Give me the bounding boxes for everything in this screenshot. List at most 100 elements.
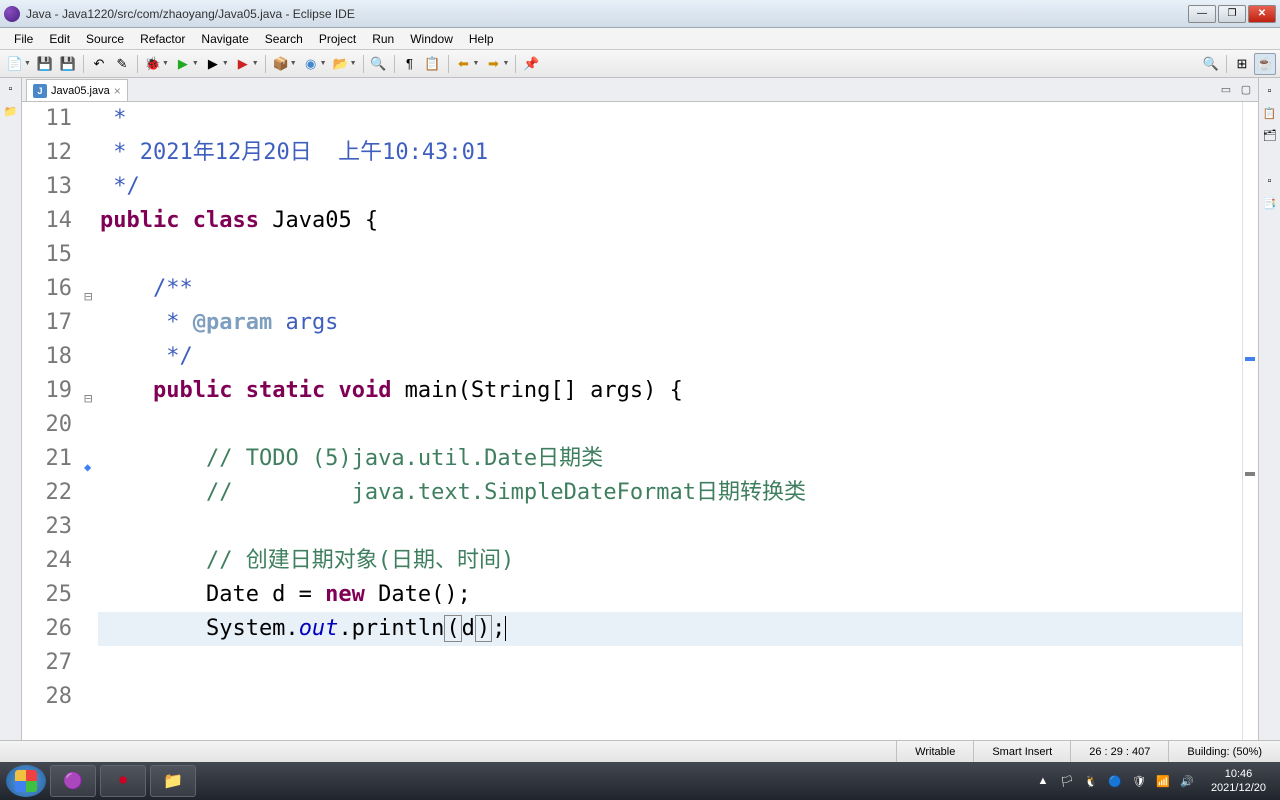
save-button[interactable]: 💾 [34,53,56,75]
code-text[interactable]: // 创建日期对象(日期、时间) [98,544,1242,578]
fold-gutter[interactable] [82,612,98,646]
code-text[interactable] [98,646,1242,680]
package-explorer-icon[interactable]: 📁 [2,102,20,120]
start-button[interactable] [6,765,46,797]
dropdown-arrow-icon[interactable]: ▼ [252,60,259,67]
code-text[interactable]: * 2021年12月20日 上午10:43:01 [98,136,1242,170]
code-line[interactable]: 18 */ [22,340,1242,374]
minimize-button[interactable]: — [1188,5,1216,23]
code-line[interactable]: 24 // 创建日期对象(日期、时间) [22,544,1242,578]
dropdown-arrow-icon[interactable]: ▼ [192,60,199,67]
undo-button[interactable]: ↶ [88,53,110,75]
tray-up-icon[interactable]: ▲ [1035,773,1051,789]
fold-gutter[interactable] [82,102,98,136]
pin-editor-button[interactable]: 📌 [520,53,542,75]
menu-project[interactable]: Project [311,30,364,48]
format-button[interactable]: 📋 [422,53,444,75]
java-perspective-button[interactable]: ☕ [1254,53,1276,75]
new-button[interactable]: 📄 [4,53,26,75]
dropdown-arrow-icon[interactable]: ▼ [350,60,357,67]
code-line[interactable]: 25 Date d = new Date(); [22,578,1242,612]
menu-source[interactable]: Source [78,30,132,48]
fold-gutter[interactable] [82,476,98,510]
code-line[interactable]: 11 * [22,102,1242,136]
tab-close-button[interactable]: × [114,84,121,98]
menu-search[interactable]: Search [257,30,311,48]
taskbar-record[interactable]: ⏺ [100,765,146,797]
code-text[interactable]: // java.text.SimpleDateFormat日期转换类 [98,476,1242,510]
code-line[interactable]: 26 System.out.println(d); [22,612,1242,646]
tray-app2-icon[interactable]: 🔵 [1107,773,1123,789]
code-text[interactable] [98,510,1242,544]
code-text[interactable] [98,680,1242,714]
dropdown-arrow-icon[interactable]: ▼ [320,60,327,67]
menu-edit[interactable]: Edit [41,30,78,48]
fold-gutter[interactable]: ◆ [82,442,98,476]
code-text[interactable]: */ [98,170,1242,204]
code-editor[interactable]: 11 *12 * 2021年12月20日 上午10:43:0113 */14pu… [22,102,1258,740]
fold-gutter[interactable]: ⊟ [82,272,98,306]
open-perspective-button[interactable]: ⊞ [1231,53,1253,75]
debug-button[interactable]: 🐞 [142,53,164,75]
redo-button[interactable]: ✎ [111,53,133,75]
maximize-editor-button[interactable]: ▢ [1238,81,1254,97]
menu-refactor[interactable]: Refactor [132,30,193,48]
outline-icon[interactable]: 🗂 [1261,126,1279,144]
code-line[interactable]: 17 * @param args [22,306,1242,340]
restore-right2-button[interactable]: ▫ [1261,172,1279,190]
fold-gutter[interactable] [82,306,98,340]
tray-volume-icon[interactable]: 🔊 [1179,773,1195,789]
code-line[interactable]: 15 [22,238,1242,272]
overview-ruler[interactable] [1242,102,1258,740]
code-line[interactable]: 21◆ // TODO (5)java.util.Date日期类 [22,442,1242,476]
code-line[interactable]: 28 [22,680,1242,714]
code-text[interactable] [98,408,1242,442]
restore-view-button[interactable]: ▫ [2,80,20,98]
dropdown-arrow-icon[interactable]: ▼ [473,60,480,67]
coverage-button[interactable]: ▶ [202,53,224,75]
fold-gutter[interactable] [82,646,98,680]
code-text[interactable]: /** [98,272,1242,306]
minimize-editor-button[interactable]: ▭ [1218,81,1234,97]
code-line[interactable]: 12 * 2021年12月20日 上午10:43:01 [22,136,1242,170]
fold-gutter[interactable] [82,204,98,238]
code-line[interactable]: 14public class Java05 { [22,204,1242,238]
menu-navigate[interactable]: Navigate [193,30,256,48]
code-line[interactable]: 16⊟ /** [22,272,1242,306]
save-all-button[interactable]: 💾 [57,53,79,75]
tray-network-icon[interactable]: 📶 [1155,773,1171,789]
todo-marker[interactable] [1245,357,1255,361]
menu-run[interactable]: Run [364,30,402,48]
task-list-icon[interactable]: 📋 [1261,104,1279,122]
fold-gutter[interactable] [82,544,98,578]
code-text[interactable]: * @param args [98,306,1242,340]
fold-gutter[interactable] [82,238,98,272]
dropdown-arrow-icon[interactable]: ▼ [290,60,297,67]
back-button[interactable]: ⬅ [453,53,475,75]
close-button[interactable]: ✕ [1248,5,1276,23]
menu-window[interactable]: Window [402,30,461,48]
new-class-button[interactable]: ◉ [300,53,322,75]
fold-gutter[interactable] [82,170,98,204]
fold-gutter[interactable] [82,408,98,442]
forward-button[interactable]: ➡ [482,53,504,75]
tray-shield-icon[interactable]: 🛡 [1131,773,1147,789]
toggle-comment-button[interactable]: ¶ [399,53,421,75]
code-text[interactable]: * [98,102,1242,136]
occurrence-marker[interactable] [1245,472,1255,476]
dropdown-arrow-icon[interactable]: ▼ [222,60,229,67]
code-text[interactable]: // TODO (5)java.util.Date日期类 [98,442,1242,476]
menu-help[interactable]: Help [461,30,502,48]
code-text[interactable]: Date d = new Date(); [98,578,1242,612]
menu-file[interactable]: File [6,30,41,48]
outline-view-icon[interactable]: 📑 [1261,194,1279,212]
tray-flag-icon[interactable]: 🏳 [1059,773,1075,789]
code-line[interactable]: 27 [22,646,1242,680]
code-line[interactable]: 13 */ [22,170,1242,204]
code-text[interactable] [98,238,1242,272]
code-line[interactable]: 19⊟ public static void main(String[] arg… [22,374,1242,408]
taskbar-clock[interactable]: 10:46 2021/12/20 [1203,767,1274,795]
dropdown-arrow-icon[interactable]: ▼ [162,60,169,67]
restore-right-button[interactable]: ▫ [1261,82,1279,100]
code-text[interactable]: public class Java05 { [98,204,1242,238]
